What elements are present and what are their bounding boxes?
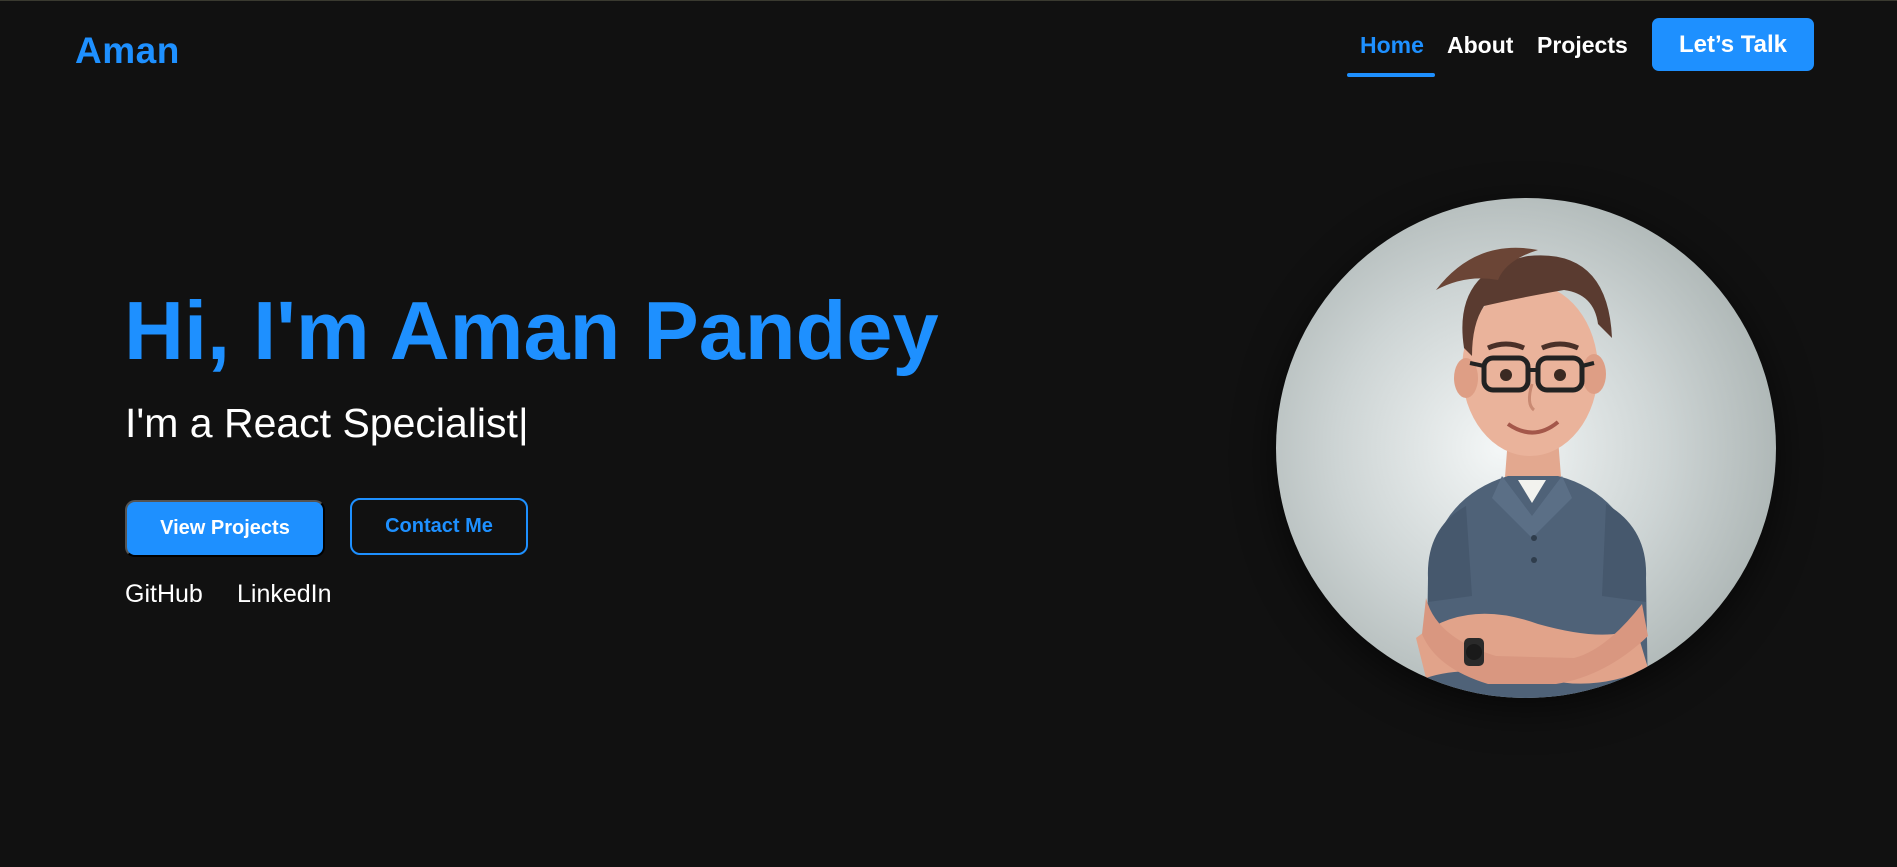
github-link[interactable]: GitHub: [125, 580, 203, 609]
hero-title: Hi, I'm Aman Pandey: [124, 284, 939, 377]
contact-me-button[interactable]: Contact Me: [350, 498, 528, 555]
lets-talk-button[interactable]: Let’s Talk: [1652, 18, 1814, 71]
top-border: [0, 0, 1897, 1]
nav-item-home[interactable]: Home: [1360, 32, 1424, 59]
logo[interactable]: Aman: [75, 30, 180, 72]
hero-subtitle-text: I'm a React Specialist: [125, 400, 518, 446]
nav-item-about[interactable]: About: [1447, 32, 1513, 59]
cartoon-avatar-icon: [1276, 198, 1776, 698]
profile-avatar: [1276, 198, 1776, 698]
nav-active-indicator: [1347, 73, 1435, 77]
linkedin-link[interactable]: LinkedIn: [237, 580, 332, 609]
typing-cursor: |: [517, 400, 529, 446]
hero-subtitle: I'm a React Specialist|: [125, 400, 529, 447]
view-projects-button[interactable]: View Projects: [125, 500, 325, 557]
nav-item-projects[interactable]: Projects: [1537, 32, 1628, 59]
